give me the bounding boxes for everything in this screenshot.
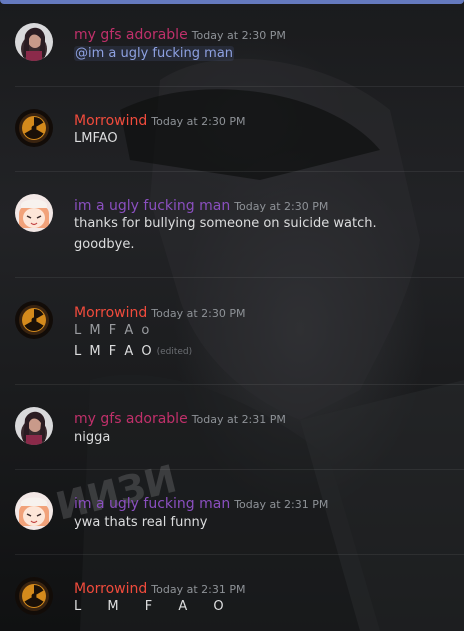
author-name[interactable]: my gfs adorable xyxy=(74,27,188,43)
author-name[interactable]: my gfs adorable xyxy=(74,411,188,427)
anime-avatar-icon[interactable] xyxy=(15,492,53,530)
message-text: ywa thats real funny xyxy=(74,515,208,530)
author-name[interactable]: im a ugly fucking man xyxy=(74,198,230,214)
author-name[interactable]: im a ugly fucking man xyxy=(74,496,230,512)
message-text: LMFAO xyxy=(74,131,118,146)
message-divider xyxy=(15,86,464,87)
message-text: thanks for bullying someone on suicide w… xyxy=(74,216,377,231)
message-divider xyxy=(15,277,464,278)
gfs-avatar-icon[interactable] xyxy=(15,407,53,445)
message-timestamp: Today at 2:30 PM xyxy=(191,29,286,42)
chat-message-list[interactable]: ИИЗИ my gfs adorable Today at 2:30 PM @im… xyxy=(0,0,464,631)
author-name[interactable]: Morrowind xyxy=(74,113,147,129)
radiation-avatar-icon[interactable] xyxy=(15,577,53,615)
author-name[interactable]: Morrowind xyxy=(74,581,147,597)
message-text: L M F A o xyxy=(74,323,152,338)
anime-avatar-icon[interactable] xyxy=(15,194,53,232)
gfs-avatar-icon[interactable] xyxy=(15,23,53,61)
message-text: nigga xyxy=(74,430,111,445)
message-timestamp: Today at 2:31 PM xyxy=(234,498,329,511)
radiation-avatar-icon[interactable] xyxy=(15,301,53,339)
message-divider xyxy=(15,384,464,385)
message-timestamp: Today at 2:30 PM xyxy=(234,200,329,213)
top-accent-bar xyxy=(0,0,464,4)
message-text: goodbye. xyxy=(74,237,135,252)
message-divider xyxy=(15,469,464,470)
message-timestamp: Today at 2:30 PM xyxy=(151,307,246,320)
message-timestamp: Today at 2:31 PM xyxy=(151,583,246,596)
author-name[interactable]: Morrowind xyxy=(74,305,147,321)
edited-label: (edited) xyxy=(156,347,193,357)
message-divider xyxy=(15,171,464,172)
message-timestamp: Today at 2:31 PM xyxy=(191,413,286,426)
message-divider xyxy=(15,554,464,555)
message-text: L M F A O xyxy=(74,344,154,359)
radiation-avatar-icon[interactable] xyxy=(15,109,53,147)
user-mention[interactable]: @im a ugly fucking man xyxy=(74,46,235,61)
message-timestamp: Today at 2:30 PM xyxy=(151,115,246,128)
message-text: L M F A O xyxy=(74,599,235,614)
